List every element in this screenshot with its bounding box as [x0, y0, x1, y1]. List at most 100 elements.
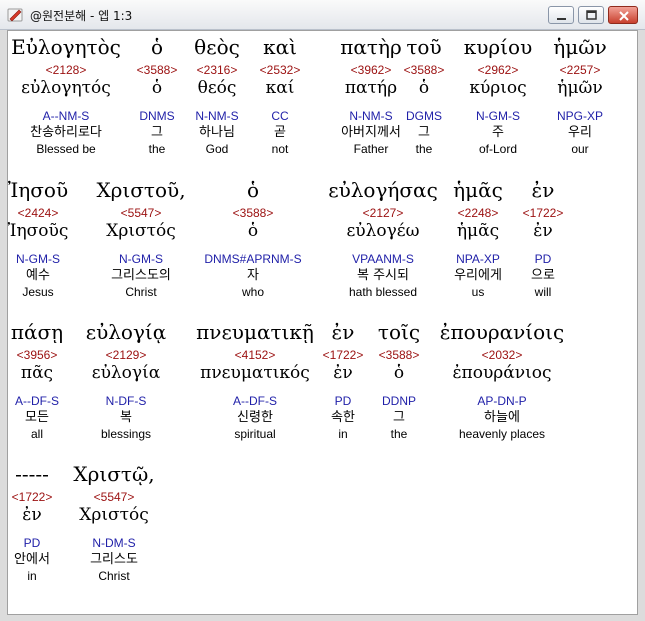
word-column[interactable]: ἡμᾶς <2248> ἡμᾶς NPA-XP 우리에게 us	[453, 178, 503, 299]
english-gloss: blessings	[100, 427, 152, 441]
lexical-form: Ἰησοῦς	[7, 221, 69, 241]
english-gloss: us	[471, 285, 485, 299]
strong-number: <1722>	[322, 348, 364, 362]
strong-number: <2316>	[196, 63, 238, 77]
word-column[interactable]: ὁ <3588> ὁ DNMS#APRNM-S 자 who	[204, 178, 301, 299]
korean-gloss: 아버지께서	[341, 125, 401, 140]
minimize-button[interactable]	[548, 6, 574, 24]
word-column[interactable]: κυρίου <2962> κύριος N-GM-S 주 of-Lord	[464, 35, 532, 156]
word-column[interactable]: ὁ <3588> ὁ DNMS 그 the	[137, 35, 178, 156]
greek-word: κυρίου	[463, 35, 533, 59]
title-bar[interactable]: @원전분해 - 엡 1:3	[0, 0, 645, 30]
word-column[interactable]: εὐλογήσας <2127> εὐλογέω VPAANM-S 복 주시되 hath …	[328, 178, 438, 299]
strong-number: <5547>	[93, 490, 135, 504]
word-column[interactable]: Εὐλογητὸς <2128> εὐλογητός A--NM-S 찬송하리로다 Ble…	[11, 35, 121, 156]
strong-number: <1722>	[522, 206, 564, 220]
english-gloss: spiritual	[234, 427, 276, 441]
word-column[interactable]: πατὴρ <3962> πατήρ N-NM-S 아버지께서 Father	[340, 35, 401, 156]
word-column[interactable]: τοῖς <3588> ὁ DDNP 그 the	[378, 320, 420, 441]
korean-gloss: 복 주시되	[357, 268, 409, 283]
korean-gloss: 그	[418, 125, 430, 140]
word-column[interactable]: πάσῃ <3956> πᾶς A--DF-S 모든 all	[11, 320, 63, 441]
english-gloss: hath blessed	[348, 285, 418, 299]
korean-gloss: 안에서	[14, 552, 50, 567]
word-column[interactable]: Χριστῷ, <5547> Χριστός N-DM-S 그리스도 Christ	[73, 462, 154, 583]
word-column[interactable]: θεὸς <2316> θεός N-NM-S 하나님 God	[194, 35, 240, 156]
parsing-code: N-GM-S	[476, 109, 520, 123]
strong-number: <2127>	[362, 206, 404, 220]
korean-gloss: 우리에게	[454, 268, 502, 283]
lexical-form: πνευματικός	[200, 363, 310, 383]
lexical-form: Χριστός	[106, 221, 176, 241]
lexical-form: εὐλογέω	[346, 221, 420, 241]
parsing-code: PD	[23, 536, 41, 550]
word-column[interactable]: ἐν <1722> ἐν PD 속한 in	[323, 320, 364, 441]
lexical-form: θεός	[197, 78, 237, 98]
korean-gloss: 찬송하리로다	[30, 125, 102, 140]
lexical-form: ἡμῶν	[557, 78, 603, 98]
korean-gloss: 그리스도	[90, 552, 138, 567]
korean-gloss: 그리스도의	[111, 268, 171, 283]
english-gloss: Christ	[125, 285, 157, 299]
parsing-code: PD	[534, 252, 552, 266]
app-bible-icon	[7, 8, 23, 22]
english-gloss: will	[534, 285, 552, 299]
word-column[interactable]: πνευματικῇ <4152> πνευματικός A--DF-S 신령한 spi…	[196, 320, 314, 441]
greek-word: ἐν	[531, 178, 555, 202]
greek-word: τοῦ	[406, 35, 442, 59]
english-gloss: in	[27, 569, 37, 583]
word-column[interactable]: ----- <1722> ἐν PD 안에서 in	[12, 462, 53, 583]
english-gloss: the	[390, 427, 408, 441]
lexical-form: καί	[265, 78, 295, 98]
korean-gloss: 예수	[26, 268, 50, 283]
english-gloss: not	[271, 142, 289, 156]
lexical-form: εὐλογητός	[21, 78, 111, 98]
lexical-form: ὁ	[247, 221, 259, 241]
parsing-code: NPA-XP	[456, 252, 500, 266]
word-column[interactable]: τοῦ <3588> ὁ DGMS 그 the	[404, 35, 445, 156]
word-column[interactable]: ἐν <1722> ἐν PD 으로 will	[523, 178, 564, 299]
greek-word: καὶ	[263, 35, 297, 59]
korean-gloss: 하나님	[199, 125, 235, 140]
parsing-code: N-GM-S	[119, 252, 163, 266]
lexical-form: Χριστός	[79, 505, 149, 525]
greek-word: Χριστῷ,	[73, 462, 155, 486]
word-column[interactable]: καὶ <2532> καί CC 곧 not	[260, 35, 301, 156]
maximize-icon	[586, 10, 597, 20]
strong-number: <2128>	[45, 63, 87, 77]
english-gloss: the	[148, 142, 166, 156]
parsing-code: N-NM-S	[349, 109, 393, 123]
close-button[interactable]	[608, 6, 638, 24]
greek-word: Ἰησοῦ	[7, 178, 69, 202]
lexical-form: κύριος	[469, 78, 527, 98]
close-icon	[619, 11, 629, 21]
korean-gloss: 신령한	[237, 410, 273, 425]
parsing-code: N-NM-S	[195, 109, 239, 123]
greek-word: ἡμῶν	[553, 35, 607, 59]
english-gloss: of-Lord	[478, 142, 518, 156]
window-title: @원전분해 - 엡 1:3	[30, 9, 133, 23]
korean-gloss: 곧	[274, 125, 286, 140]
greek-word: θεὸς	[194, 35, 240, 59]
word-column[interactable]: ἡμῶν <2257> ἡμῶν NPG-XP 우리 our	[553, 35, 606, 156]
lexical-form: πᾶς	[20, 363, 54, 383]
word-column[interactable]: ἐπουρανίοις <2032> ἐπουράνιος AP-DN-P 하늘에 hea…	[440, 320, 564, 441]
parsing-code: VPAANM-S	[352, 252, 414, 266]
greek-word: εὐλογήσας	[328, 178, 438, 202]
strong-number: <1722>	[11, 490, 53, 504]
lexical-form: ὁ	[418, 78, 430, 98]
korean-gloss: 모든	[25, 410, 49, 425]
parsing-code: A--NM-S	[42, 109, 90, 123]
word-column[interactable]: εὐλογίᾳ <2129> εὐλογία N-DF-S 복 blessings	[86, 320, 167, 441]
word-column[interactable]: Ἰησοῦ <2424> Ἰησοῦς N-GM-S 예수 Jesus	[8, 178, 69, 299]
greek-word: πνευματικῇ	[196, 320, 314, 344]
strong-number: <2962>	[477, 63, 519, 77]
interlinear-view[interactable]: Εὐλογητὸς <2128> εὐλογητός A--NM-S 찬송하리로다 Ble…	[7, 30, 638, 615]
greek-word: ἐν	[331, 320, 355, 344]
strong-number: <3956>	[16, 348, 58, 362]
word-column[interactable]: Χριστοῦ, <5547> Χριστός N-GM-S 그리스도의 Christ	[96, 178, 185, 299]
lexical-form: ὁ	[393, 363, 405, 383]
lexical-form: πατήρ	[344, 78, 398, 98]
maximize-button[interactable]	[578, 6, 604, 24]
greek-word: Χριστοῦ,	[96, 178, 186, 202]
